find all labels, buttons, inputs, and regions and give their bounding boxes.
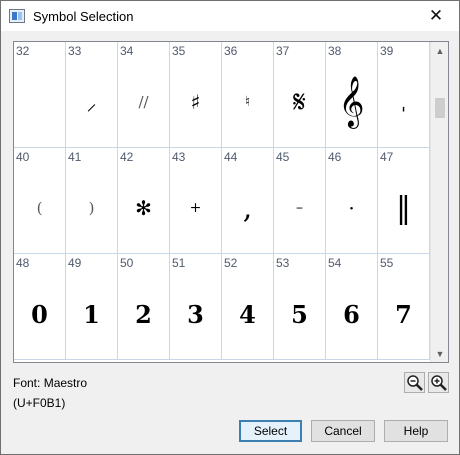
scroll-up-arrow-icon[interactable]: ▲ xyxy=(431,42,448,59)
symbol-code: 42 xyxy=(120,150,134,164)
symbol-code: 55 xyxy=(380,256,394,270)
symbol-glyph: + xyxy=(189,200,202,216)
symbol-cell[interactable]: 45 – xyxy=(274,148,326,254)
symbol-cell[interactable]: 47 ‖ xyxy=(378,148,430,254)
font-info: Font: Maestro xyxy=(13,376,87,390)
symbol-cell[interactable]: 48 0 xyxy=(14,254,66,360)
symbol-glyph: 7 xyxy=(395,299,412,329)
symbol-glyph: 2 xyxy=(135,299,152,329)
symbol-code: 46 xyxy=(328,150,342,164)
symbol-glyph: ) xyxy=(88,199,95,217)
symbol-selection-dialog: Symbol Selection ✕ 32 33 ⸝ 34//35 ♯ 36 ♮ 37 𝄋 38 𝄞… xyxy=(0,0,460,455)
symbol-glyph: ˌ xyxy=(400,90,407,114)
symbol-code: 47 xyxy=(380,150,394,164)
symbol-code: 48 xyxy=(16,256,30,270)
symbol-cell[interactable]: 36 ♮ xyxy=(222,42,274,148)
select-button[interactable]: Select xyxy=(239,420,302,442)
symbol-cell[interactable]: 51 3 xyxy=(170,254,222,360)
symbol-cell[interactable]: 55 7 xyxy=(378,254,430,360)
symbol-glyph: 1 xyxy=(83,299,100,329)
symbol-cell[interactable]: 53 5 xyxy=(274,254,326,360)
symbol-code: 54 xyxy=(328,256,342,270)
symbol-code: 53 xyxy=(276,256,290,270)
symbol-glyph: ( xyxy=(36,199,43,217)
cancel-button[interactable]: Cancel xyxy=(311,420,375,442)
symbol-cell[interactable]: 33 ⸝ xyxy=(66,42,118,148)
symbol-glyph: 𝄋 xyxy=(293,84,306,120)
dialog-title: Symbol Selection xyxy=(33,9,134,24)
symbol-cell[interactable]: 34 // xyxy=(118,42,170,148)
symbol-cell[interactable]: 46 · xyxy=(326,148,378,254)
title-bar[interactable]: Symbol Selection ✕ xyxy=(1,1,459,31)
symbol-glyph: ‖ xyxy=(396,190,411,226)
scroll-down-arrow-icon[interactable]: ▼ xyxy=(431,345,448,362)
symbol-glyph: 4 xyxy=(239,299,256,329)
zoom-in-icon xyxy=(431,375,447,391)
symbol-cell[interactable]: 35 ♯ xyxy=(170,42,222,148)
symbol-cell[interactable]: 43 + xyxy=(170,148,222,254)
unicode-code: (U+F0B1) xyxy=(13,396,66,410)
close-icon: ✕ xyxy=(428,6,444,25)
symbol-code: 37 xyxy=(276,44,290,58)
symbol-code: 39 xyxy=(380,44,394,58)
scrollbar-thumb[interactable] xyxy=(435,98,445,118)
symbol-grid: 32 33 ⸝ 34//35 ♯ 36 ♮ 37 𝄋 38 𝄞 39 ˌ 40(41) 42 ✻ 43 +44, 4… xyxy=(14,42,430,362)
symbol-code: 50 xyxy=(120,256,134,270)
symbol-code: 33 xyxy=(68,44,82,58)
symbol-code: 45 xyxy=(276,150,290,164)
symbol-code: 43 xyxy=(172,150,186,164)
symbol-cell[interactable]: 39 ˌ xyxy=(378,42,430,148)
symbol-code: 49 xyxy=(68,256,82,270)
symbol-glyph: ✻ xyxy=(135,196,152,220)
symbol-code: 51 xyxy=(172,256,186,270)
symbol-glyph: 𝄞 xyxy=(338,76,365,127)
symbol-glyph: 0 xyxy=(31,299,48,329)
symbol-code: 34 xyxy=(120,44,134,58)
symbol-cell[interactable]: 50 2 xyxy=(118,254,170,360)
symbol-code: 36 xyxy=(224,44,238,58)
symbol-cell[interactable]: 52 4 xyxy=(222,254,274,360)
symbol-grid-frame: 32 33 ⸝ 34//35 ♯ 36 ♮ 37 𝄋 38 𝄞 39 ˌ 40(41) 42 ✻ 43 +44, 4… xyxy=(13,41,449,363)
symbol-cell[interactable]: 44, xyxy=(222,148,274,254)
zoom-out-button[interactable] xyxy=(404,372,425,393)
symbol-cell[interactable]: 54 6 xyxy=(326,254,378,360)
symbol-cell[interactable]: 41) xyxy=(66,148,118,254)
symbol-glyph: 6 xyxy=(343,299,360,329)
symbol-cell[interactable]: 32 xyxy=(14,42,66,148)
close-button[interactable]: ✕ xyxy=(413,1,459,31)
symbol-code: 41 xyxy=(68,150,82,164)
vertical-scrollbar[interactable]: ▲ ▼ xyxy=(430,42,448,362)
symbol-code: 32 xyxy=(16,44,30,58)
symbol-cell[interactable]: 37 𝄋 xyxy=(274,42,326,148)
symbol-code: 40 xyxy=(16,150,30,164)
symbol-code: 44 xyxy=(224,150,238,164)
symbol-glyph: ♯ xyxy=(190,90,201,114)
zoom-in-button[interactable] xyxy=(428,372,449,393)
symbol-glyph xyxy=(14,72,65,132)
font-name: Maestro xyxy=(43,376,88,390)
symbol-glyph: – xyxy=(296,200,303,216)
symbol-glyph: ⸝ xyxy=(86,90,97,115)
symbol-glyph: // xyxy=(138,93,149,111)
symbol-cell[interactable]: 40 ( xyxy=(14,148,66,254)
symbol-code: 38 xyxy=(328,44,342,58)
symbol-cell[interactable]: 38 𝄞 xyxy=(326,42,378,148)
symbol-cell[interactable]: 42 ✻ xyxy=(118,148,170,254)
symbol-cell[interactable]: 49 1 xyxy=(66,254,118,360)
symbol-code: 35 xyxy=(172,44,186,58)
symbol-glyph: ♮ xyxy=(244,94,250,110)
symbol-glyph: , xyxy=(242,190,253,226)
symbol-glyph: 3 xyxy=(187,299,204,329)
app-icon xyxy=(9,9,25,23)
symbol-code: 52 xyxy=(224,256,238,270)
help-button[interactable]: Help xyxy=(384,420,448,442)
zoom-out-icon xyxy=(407,375,423,391)
font-label: Font: xyxy=(13,376,41,390)
symbol-glyph: 5 xyxy=(291,299,308,329)
symbol-glyph: · xyxy=(348,196,355,220)
